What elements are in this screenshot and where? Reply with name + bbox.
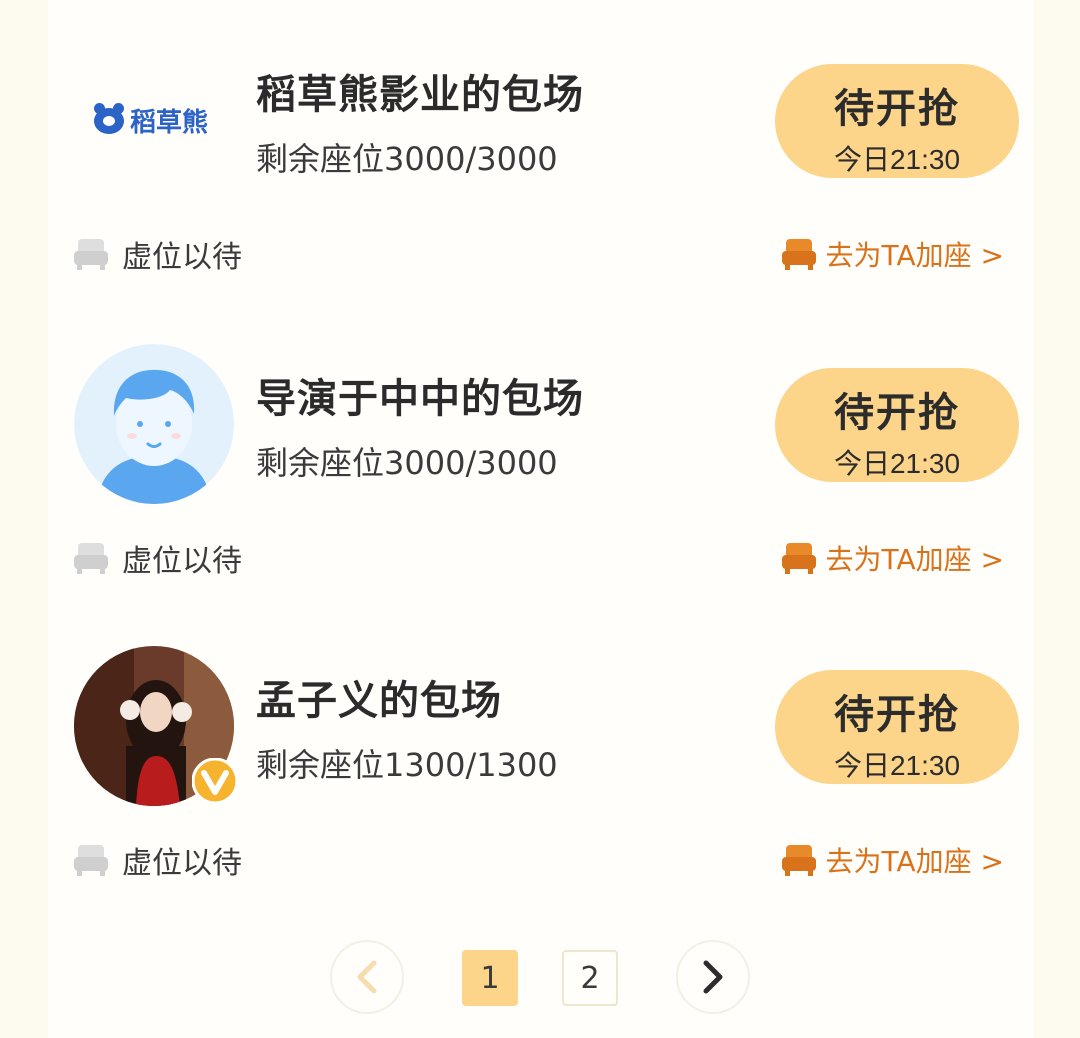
vacant-seat-row: 虚位以待: [74, 540, 242, 579]
page-1-button[interactable]: 1: [462, 950, 518, 1006]
item-title: 稻草熊影业的包场: [256, 72, 584, 118]
company-logo: 稻草熊: [74, 40, 234, 200]
chevron-right-icon: [703, 960, 723, 994]
default-avatar-icon: [74, 344, 234, 504]
page-2-button[interactable]: 2: [562, 950, 618, 1006]
avatar: [74, 646, 238, 806]
remaining-seats: 剩余座位3000/3000: [256, 140, 558, 178]
add-seat-link[interactable]: 去为TA加座 >: [781, 236, 1004, 272]
pagination: 1 2: [48, 938, 1034, 1018]
add-seat-link[interactable]: 去为TA加座 >: [781, 842, 1004, 878]
add-seat-link[interactable]: 去为TA加座 >: [781, 540, 1004, 576]
list-item: 导演于中中的包场 剩余座位3000/3000 待开抢 今日21:30 虚位以待 …: [48, 304, 1034, 604]
avatar: [74, 344, 234, 504]
empty-seat-icon: [74, 239, 108, 270]
vacant-label: 虚位以待: [122, 544, 242, 579]
empty-seat-icon: [74, 845, 108, 876]
vacant-seat-row: 虚位以待: [74, 842, 242, 881]
add-seat-label: 去为TA加座 >: [825, 239, 1004, 272]
chevron-left-icon: [357, 960, 377, 994]
seat-icon: [781, 239, 816, 270]
add-seat-label: 去为TA加座 >: [825, 543, 1004, 576]
grab-button-label: 待开抢: [834, 391, 960, 435]
verified-badge-icon: [192, 758, 238, 804]
group-booking-list: 稻草熊 稻草熊影业的包场 剩余座位3000/3000 待开抢 今日21:30 虚…: [48, 0, 1034, 1038]
prev-page-button[interactable]: [330, 940, 404, 1014]
grab-button[interactable]: 待开抢 今日21:30: [775, 670, 1019, 784]
item-title: 孟子义的包场: [256, 678, 502, 724]
next-page-button[interactable]: [676, 940, 750, 1014]
add-seat-label: 去为TA加座 >: [825, 845, 1004, 878]
empty-seat-icon: [74, 543, 108, 574]
seat-icon: [781, 543, 816, 574]
vacant-seat-row: 虚位以待: [74, 236, 242, 275]
grab-button-time: 今日21:30: [833, 448, 961, 479]
grab-button-label: 待开抢: [834, 87, 960, 131]
list-item: 孟子义的包场 剩余座位1300/1300 待开抢 今日21:30 虚位以待 去为…: [48, 606, 1034, 906]
grab-button[interactable]: 待开抢 今日21:30: [775, 64, 1019, 178]
grab-button[interactable]: 待开抢 今日21:30: [775, 368, 1019, 482]
bear-logo-icon: [94, 102, 124, 134]
seat-icon: [781, 845, 816, 876]
grab-button-time: 今日21:30: [833, 144, 961, 175]
item-title: 导演于中中的包场: [256, 376, 584, 422]
vacant-label: 虚位以待: [122, 846, 242, 881]
remaining-seats: 剩余座位1300/1300: [256, 746, 558, 784]
list-item: 稻草熊 稻草熊影业的包场 剩余座位3000/3000 待开抢 今日21:30 虚…: [48, 0, 1034, 300]
grab-button-time: 今日21:30: [833, 750, 961, 781]
grab-button-label: 待开抢: [834, 693, 960, 737]
logo-text: 稻草熊: [130, 108, 209, 138]
vacant-label: 虚位以待: [122, 240, 242, 275]
remaining-seats: 剩余座位3000/3000: [256, 444, 558, 482]
